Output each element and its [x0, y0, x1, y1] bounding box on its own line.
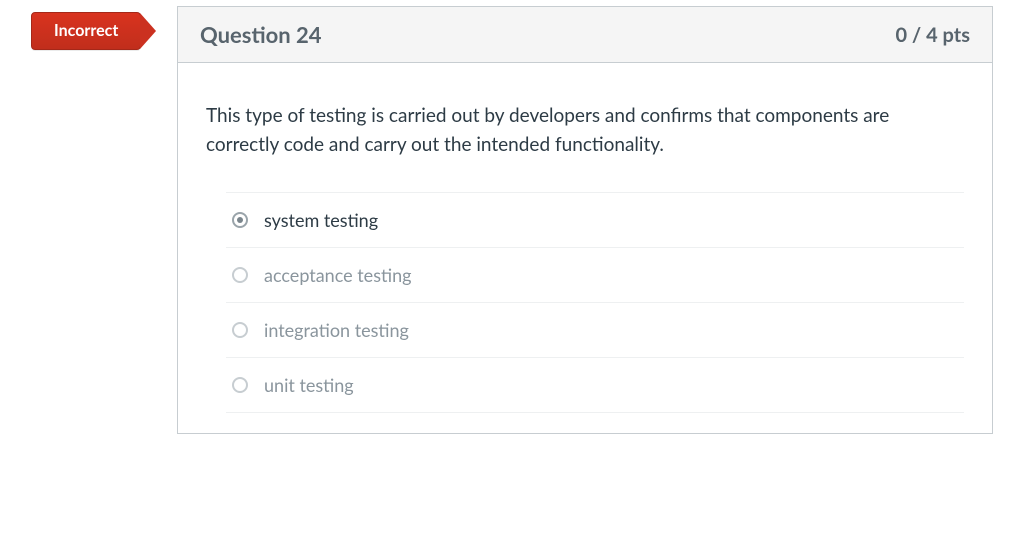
status-badge-label: Incorrect: [54, 21, 118, 40]
answer-option[interactable]: acceptance testing: [226, 247, 964, 302]
radio-icon: [232, 377, 248, 393]
answer-option-label: acceptance testing: [264, 264, 411, 286]
answer-option[interactable]: integration testing: [226, 302, 964, 357]
answer-option-label: unit testing: [264, 374, 354, 396]
question-points: 0 / 4 pts: [895, 23, 970, 47]
radio-icon: [232, 212, 248, 228]
answer-option[interactable]: system testing: [226, 192, 964, 247]
answer-option-label: integration testing: [264, 319, 409, 341]
radio-icon: [232, 267, 248, 283]
answer-option-label: system testing: [264, 209, 378, 231]
answer-option[interactable]: unit testing: [226, 357, 964, 413]
answer-options: system testing acceptance testing integr…: [206, 192, 964, 413]
question-header: Question 24 0 / 4 pts: [178, 7, 992, 63]
question-title: Question 24: [200, 21, 322, 48]
question-card: Question 24 0 / 4 pts This type of testi…: [177, 6, 993, 434]
question-body: This type of testing is carried out by d…: [178, 63, 992, 433]
question-text: This type of testing is carried out by d…: [206, 101, 964, 160]
status-badge: Incorrect: [31, 12, 141, 50]
radio-icon: [232, 322, 248, 338]
